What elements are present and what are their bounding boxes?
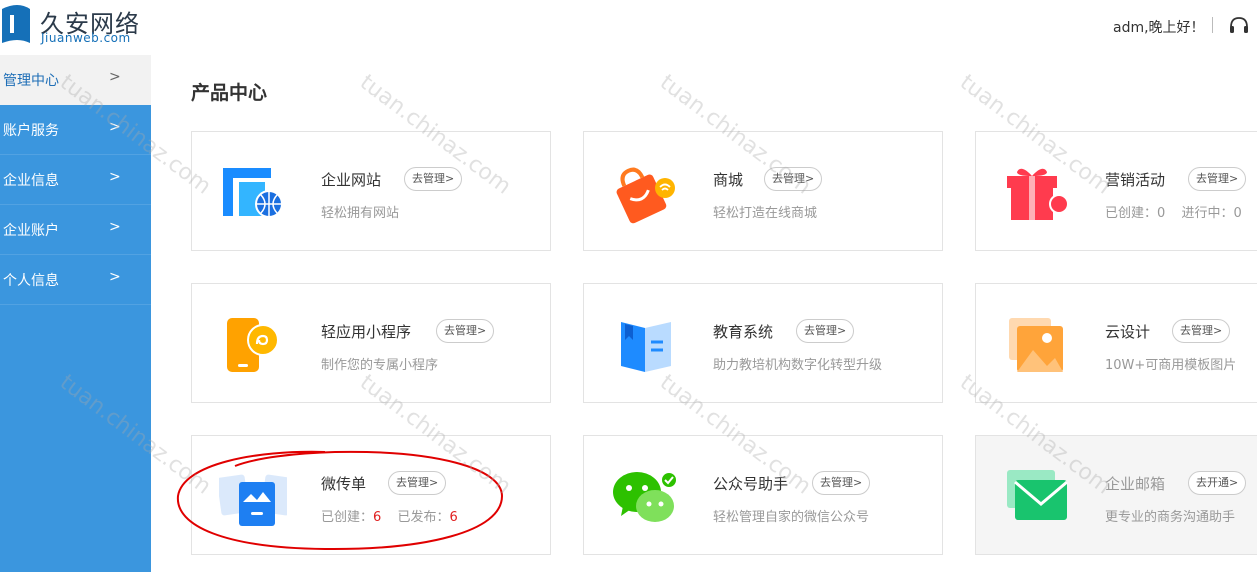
- manage-button[interactable]: 去管理>: [812, 471, 871, 495]
- product-name: 微传单: [321, 475, 367, 493]
- sidebar: 管理中心 > 账户服务 > 企业信息 > 企业账户 > 个人信息 >: [0, 55, 151, 572]
- header-divider: [1212, 17, 1213, 33]
- stat-created-label: 已创建：: [321, 510, 374, 525]
- product-card-flyer[interactable]: 微传单 去管理> 已创建：6 已发布：6: [191, 435, 551, 555]
- manage-button[interactable]: 去管理>: [764, 167, 823, 191]
- product-desc: 更专业的商务沟通助手: [1105, 510, 1236, 525]
- product-card-website[interactable]: 企业网站 去管理> 轻松拥有网站: [191, 131, 551, 251]
- book-icon: [621, 322, 671, 372]
- brand-domain: Jiuanweb.com: [41, 31, 131, 45]
- activate-button[interactable]: 去开通>: [1188, 471, 1247, 495]
- sidebar-item-company-account[interactable]: 企业账户 >: [0, 205, 151, 255]
- product-name: 营销活动: [1105, 171, 1166, 189]
- product-name: 公众号助手: [713, 475, 789, 493]
- product-desc: 制作您的专属小程序: [321, 358, 439, 373]
- product-desc: 轻松管理自家的微信公众号: [713, 510, 870, 525]
- product-card-marketing[interactable]: 营销活动 去管理> 已创建：0 进行中：0: [975, 131, 1257, 251]
- stat-running-value: 0: [1233, 206, 1242, 221]
- brand-logo-icon: [2, 5, 30, 43]
- user-greeting[interactable]: adm,晚上好！: [1113, 17, 1205, 37]
- mail-icon: [1007, 470, 1068, 520]
- sidebar-item-management-center[interactable]: 管理中心 >: [0, 55, 151, 105]
- sidebar-item-label: 个人信息: [3, 273, 59, 289]
- page-title: 产品中心: [191, 82, 268, 104]
- chevron-right-icon: >: [109, 219, 121, 235]
- manage-button[interactable]: 去管理>: [436, 319, 495, 343]
- manage-button[interactable]: 去管理>: [796, 319, 855, 343]
- gift-icon: [1007, 168, 1069, 220]
- product-card-official-account[interactable]: 公众号助手 去管理> 轻松管理自家的微信公众号: [583, 435, 943, 555]
- product-name: 轻应用小程序: [321, 323, 412, 341]
- shopping-bag-icon: [616, 167, 675, 224]
- sidebar-item-label: 管理中心: [3, 73, 59, 89]
- product-card-mall[interactable]: 商城 去管理> 轻松打造在线商城: [583, 131, 943, 251]
- stat-created-value: 0: [1157, 206, 1166, 221]
- sidebar-item-label: 企业信息: [3, 173, 59, 189]
- divider: [0, 304, 151, 305]
- product-stats: 已创建：0 进行中：0: [1105, 202, 1242, 221]
- headset-icon[interactable]: [1228, 15, 1250, 37]
- product-card-education[interactable]: 教育系统 去管理> 助力教培机构数字化转型升级: [583, 283, 943, 403]
- product-desc: 10W+可商用模板图片: [1105, 358, 1237, 373]
- stat-published-value: 6: [449, 510, 458, 525]
- sidebar-item-account-services[interactable]: 账户服务 >: [0, 105, 151, 155]
- manage-button[interactable]: 去管理>: [388, 471, 447, 495]
- product-name: 企业网站: [321, 171, 382, 189]
- product-name: 商城: [713, 171, 744, 189]
- product-name: 企业邮箱: [1105, 475, 1166, 493]
- sidebar-item-label: 账户服务: [3, 123, 59, 139]
- mini-program-icon: [227, 318, 279, 372]
- manage-button[interactable]: 去管理>: [404, 167, 463, 191]
- product-desc: 轻松拥有网站: [321, 206, 400, 221]
- sidebar-item-personal-info[interactable]: 个人信息 >: [0, 255, 151, 305]
- manage-button[interactable]: 去管理>: [1172, 319, 1231, 343]
- product-name: 教育系统: [713, 323, 774, 341]
- image-icon: [1009, 318, 1063, 372]
- product-card-mini-program[interactable]: 轻应用小程序 去管理> 制作您的专属小程序: [191, 283, 551, 403]
- flyer-icon: [219, 474, 287, 526]
- stat-running-label: 进行中：: [1181, 206, 1234, 221]
- sidebar-item-label: 企业账户: [3, 223, 59, 239]
- header: 久安网络 Jiuanweb.com adm,晚上好！: [0, 0, 1257, 55]
- chevron-right-icon: >: [109, 169, 121, 185]
- chevron-right-icon: >: [109, 119, 121, 135]
- product-desc: 轻松打造在线商城: [713, 206, 818, 221]
- product-desc: 助力教培机构数字化转型升级: [713, 358, 883, 373]
- sidebar-item-company-info[interactable]: 企业信息 >: [0, 155, 151, 205]
- product-card-cloud-design[interactable]: 云设计 去管理> 10W+可商用模板图片: [975, 283, 1257, 403]
- product-name: 云设计: [1105, 323, 1151, 341]
- stat-published-label: 已发布：: [397, 510, 450, 525]
- manage-button[interactable]: 去管理>: [1188, 167, 1247, 191]
- website-icon: [223, 168, 283, 218]
- stat-created-label: 已创建：: [1105, 206, 1158, 221]
- product-stats: 已创建：6 已发布：6: [321, 506, 458, 525]
- product-card-enterprise-mail[interactable]: 企业邮箱 去开通> 更专业的商务沟通助手: [975, 435, 1257, 555]
- chevron-right-icon: >: [109, 269, 121, 285]
- stat-created-value: 6: [373, 510, 382, 525]
- wechat-icon: [613, 471, 678, 522]
- chevron-right-icon: >: [109, 69, 121, 85]
